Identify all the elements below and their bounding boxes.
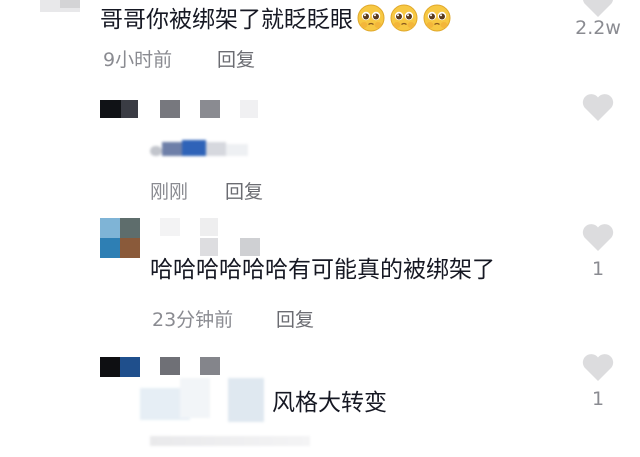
comment-time: 23分钟前 — [152, 309, 234, 331]
avatar[interactable] — [100, 100, 138, 118]
like-count: 1 — [591, 388, 605, 410]
username-censored — [200, 238, 218, 256]
emoji-group — [353, 4, 452, 33]
reply-button[interactable]: 回复 — [225, 177, 263, 204]
pleading-face-emoji — [390, 4, 418, 32]
username-censored — [160, 218, 180, 236]
comment-time: 刚刚 — [150, 181, 189, 203]
username-censored — [200, 357, 220, 375]
comment-time: 9小时前 — [103, 49, 173, 71]
reply-button[interactable]: 回复 — [276, 305, 314, 332]
heart-icon[interactable] — [581, 92, 615, 122]
heart-icon[interactable] — [581, 222, 615, 252]
comment-text: 哥哥你被绑架了就眨眨眼 — [100, 3, 452, 35]
comment-text: 风格大转变 — [272, 390, 387, 416]
avatar[interactable] — [100, 218, 140, 258]
comment-text: 哈哈哈哈哈哈有可能真的被绑架了 — [150, 257, 495, 283]
username-censored — [160, 100, 180, 118]
username-censored — [240, 238, 260, 256]
username-censored — [160, 357, 180, 375]
like-count: 2.2w — [575, 17, 621, 39]
heart-icon[interactable] — [581, 0, 615, 18]
pleading-face-emoji — [423, 4, 451, 32]
heart-icon[interactable] — [581, 352, 615, 382]
avatar[interactable] — [100, 357, 140, 377]
comment-text-censored — [150, 140, 248, 156]
like-count: 1 — [591, 258, 605, 280]
reply-button[interactable]: 回复 — [217, 45, 255, 72]
comment-text-censored — [140, 378, 265, 423]
comment-text-label: 哥哥你被绑架了就眨眨眼 — [100, 7, 353, 33]
username-censored — [200, 218, 218, 236]
username-censored — [60, 0, 80, 8]
pleading-face-emoji — [357, 4, 385, 32]
username-censored — [200, 100, 220, 118]
comment-meta-censored — [150, 436, 310, 446]
username-censored — [240, 100, 258, 118]
